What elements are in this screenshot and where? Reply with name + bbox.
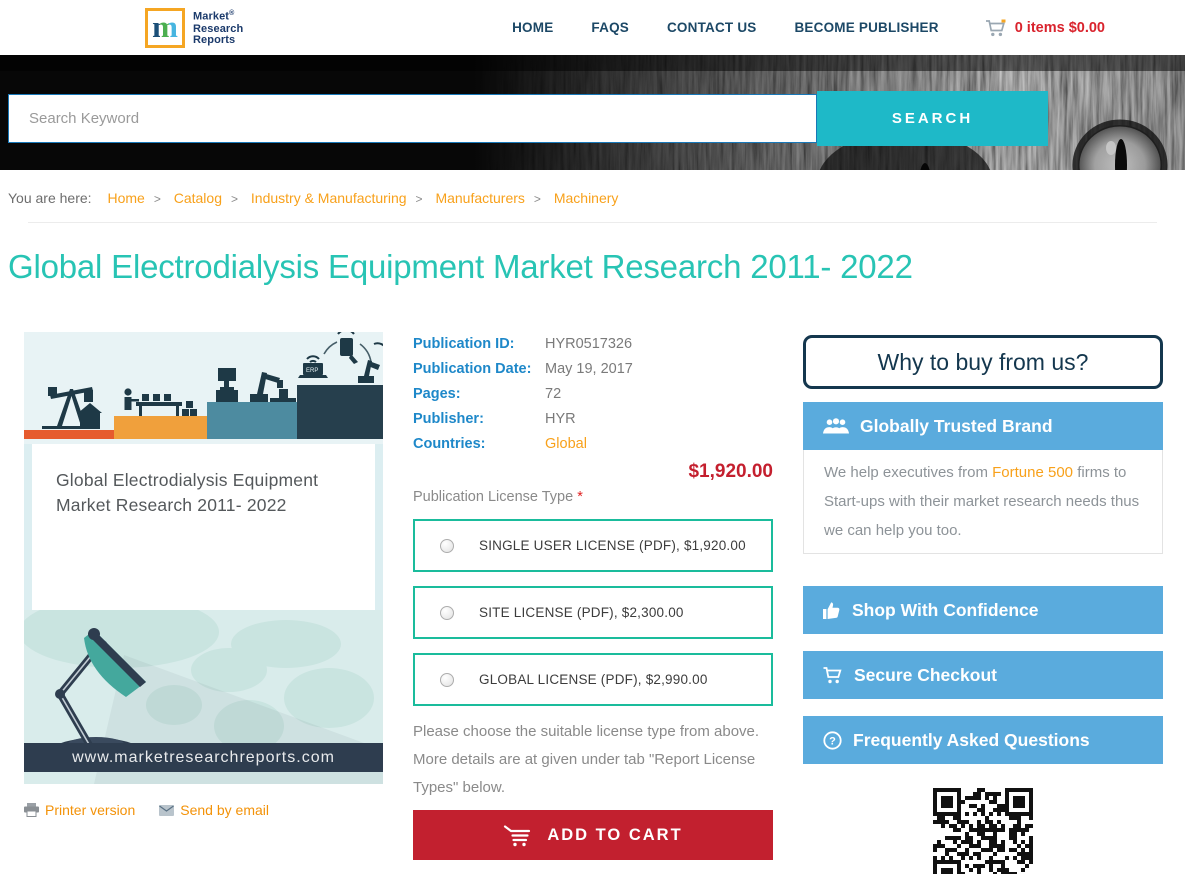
- printer-version-link[interactable]: Printer version: [24, 802, 135, 818]
- required-asterisk: *: [577, 489, 583, 505]
- breadcrumb-industry-manufacturing[interactable]: Industry & Manufacturing: [251, 190, 407, 206]
- trusted-brand-text: We help executives from Fortune 500 firm…: [803, 450, 1163, 554]
- license-option-single-user[interactable]: SINGLE USER LICENSE (PDF), $1,920.00: [413, 519, 773, 572]
- sidebar: Why to buy from us? Globally Trusted Bra…: [803, 332, 1163, 874]
- nav-contact-us[interactable]: CONTACT US: [667, 20, 757, 35]
- cart-icon: [823, 666, 842, 683]
- breadcrumb: You are here: Home > Catalog > Industry & …: [0, 170, 1185, 206]
- cover-industry-illustration: ERP: [24, 329, 387, 444]
- sidebar-banner-faq[interactable]: ? Frequently Asked Questions: [803, 716, 1163, 764]
- sidebar-banner-label: Globally Trusted Brand: [860, 415, 1053, 436]
- search-input[interactable]: [8, 94, 817, 143]
- breadcrumb-machinery[interactable]: Machinery: [554, 190, 619, 206]
- registered-mark: ®: [229, 10, 235, 18]
- nav-faqs[interactable]: FAQS: [591, 20, 629, 35]
- panel-text: We help executives from: [824, 464, 993, 481]
- license-option-global[interactable]: GLOBAL LICENSE (PDF), $2,990.00: [413, 653, 773, 706]
- users-icon: [823, 417, 849, 433]
- send-by-email-link[interactable]: Send by email: [159, 802, 269, 818]
- svg-text:ERP: ERP: [306, 368, 318, 374]
- detail-row: Publisher: HYR: [413, 407, 773, 432]
- license-type-label: Publication License Type *: [413, 489, 773, 505]
- fortune-500-link[interactable]: Fortune 500: [992, 464, 1073, 481]
- add-to-cart-label: ADD TO CART: [547, 825, 683, 844]
- search-button[interactable]: SEARCH: [817, 91, 1048, 146]
- why-to-buy-heading: Why to buy from us?: [803, 335, 1163, 389]
- detail-row: Publication Date: May 19, 2017: [413, 357, 773, 382]
- main-nav: HOME FAQS CONTACT US BECOME PUBLISHER: [512, 20, 939, 35]
- detail-label: Pages:: [413, 386, 461, 402]
- document-links: Printer version Send by email: [24, 802, 383, 818]
- sidebar-banner-checkout[interactable]: Secure Checkout: [803, 651, 1163, 699]
- price: $1,920.00: [688, 461, 773, 482]
- breadcrumb-manufacturers[interactable]: Manufacturers: [435, 190, 524, 206]
- breadcrumb-separator: >: [153, 192, 161, 206]
- page-title: Global Electrodialysis Equipment Market …: [8, 248, 913, 285]
- product-cover-column: ERP Global Electrodialysis Equipment Mar…: [24, 329, 387, 818]
- cart-icon: [504, 824, 531, 846]
- nav-home[interactable]: HOME: [512, 20, 553, 35]
- breadcrumb-separator: >: [533, 192, 541, 206]
- add-to-cart-button[interactable]: ADD TO CART: [413, 810, 773, 860]
- license-radio[interactable]: [440, 605, 454, 620]
- email-icon: [159, 804, 175, 816]
- qr-code: [933, 788, 1033, 874]
- license-note: Please choose the suitable license type …: [413, 723, 760, 796]
- nav-become-publisher[interactable]: BECOME PUBLISHER: [794, 20, 938, 35]
- publication-id: HYR0517326: [545, 336, 633, 352]
- logo-line: Reports: [193, 34, 236, 47]
- detail-row: Publication ID: HYR0517326: [413, 332, 773, 357]
- header-cart[interactable]: 0 items $0.00: [985, 19, 1105, 37]
- license-option-site[interactable]: SITE LICENSE (PDF), $2,300.00: [413, 586, 773, 639]
- send-by-email-label: Send by email: [180, 802, 269, 818]
- thumbs-up-icon: [823, 601, 840, 619]
- publication-date: May 19, 2017: [545, 361, 633, 377]
- license-option-label: SINGLE USER LICENSE (PDF), $1,920.00: [479, 538, 746, 553]
- sidebar-banner-label: Frequently Asked Questions: [853, 729, 1090, 750]
- cover-title: Global Electrodialysis Equipment Market …: [24, 444, 383, 610]
- product-detail-column: Publication ID: HYR0517326 Publication D…: [413, 332, 773, 860]
- detail-row: Pages: 72: [413, 382, 773, 407]
- printer-version-label: Printer version: [45, 802, 136, 818]
- detail-label: Publication Date:: [413, 361, 532, 377]
- sidebar-banner-label: Secure Checkout: [854, 664, 997, 685]
- sidebar-banner-trusted[interactable]: Globally Trusted Brand: [803, 402, 1163, 450]
- main-content: ERP Global Electrodialysis Equipment Mar…: [24, 329, 1185, 874]
- logo-text: Market® Research Reports: [193, 8, 243, 46]
- page: m Market® Research Reports HOME FAQS CON…: [0, 0, 1185, 874]
- publisher-name: HYR: [545, 411, 576, 427]
- site-logo[interactable]: m Market® Research Reports: [145, 7, 243, 48]
- logo-line: Market: [193, 11, 230, 24]
- hero-banner: SEARCH: [0, 55, 1185, 170]
- question-circle-icon: ?: [823, 730, 842, 750]
- detail-label: Publisher:: [413, 411, 484, 427]
- detail-label: Countries:: [413, 436, 486, 452]
- cart-icon: [985, 19, 1006, 36]
- printer-icon: [24, 803, 39, 817]
- license-radio[interactable]: [440, 672, 454, 687]
- detail-label: Publication ID:: [413, 336, 515, 352]
- svg-text:?: ?: [829, 735, 836, 747]
- sidebar-banner-confidence[interactable]: Shop With Confidence: [803, 586, 1163, 634]
- sidebar-banner-label: Shop With Confidence: [852, 599, 1039, 620]
- breadcrumb-separator: >: [415, 192, 423, 206]
- breadcrumb-catalog[interactable]: Catalog: [174, 190, 222, 206]
- countries-link[interactable]: Global: [545, 432, 587, 457]
- product-cover-image: ERP Global Electrodialysis Equipment Mar…: [24, 329, 387, 784]
- pages-count: 72: [545, 386, 562, 402]
- divider: [28, 222, 1157, 223]
- site-header: m Market® Research Reports HOME FAQS CON…: [0, 0, 1185, 55]
- cover-website-label: www.marketresearchreports.com: [24, 743, 383, 772]
- logo-m-icon: m: [145, 7, 185, 48]
- breadcrumb-prefix: You are here:: [8, 190, 92, 206]
- license-type-text: Publication License Type: [413, 489, 574, 505]
- detail-row: Countries: Global: [413, 432, 773, 457]
- license-option-label: GLOBAL LICENSE (PDF), $2,990.00: [479, 672, 708, 687]
- license-radio[interactable]: [440, 538, 454, 553]
- cover-map-lamp-illustration: www.marketresearchreports.com: [24, 610, 383, 784]
- cart-summary: 0 items $0.00: [1014, 19, 1105, 36]
- license-option-label: SITE LICENSE (PDF), $2,300.00: [479, 605, 684, 620]
- breadcrumb-home[interactable]: Home: [107, 190, 144, 206]
- breadcrumb-separator: >: [230, 192, 238, 206]
